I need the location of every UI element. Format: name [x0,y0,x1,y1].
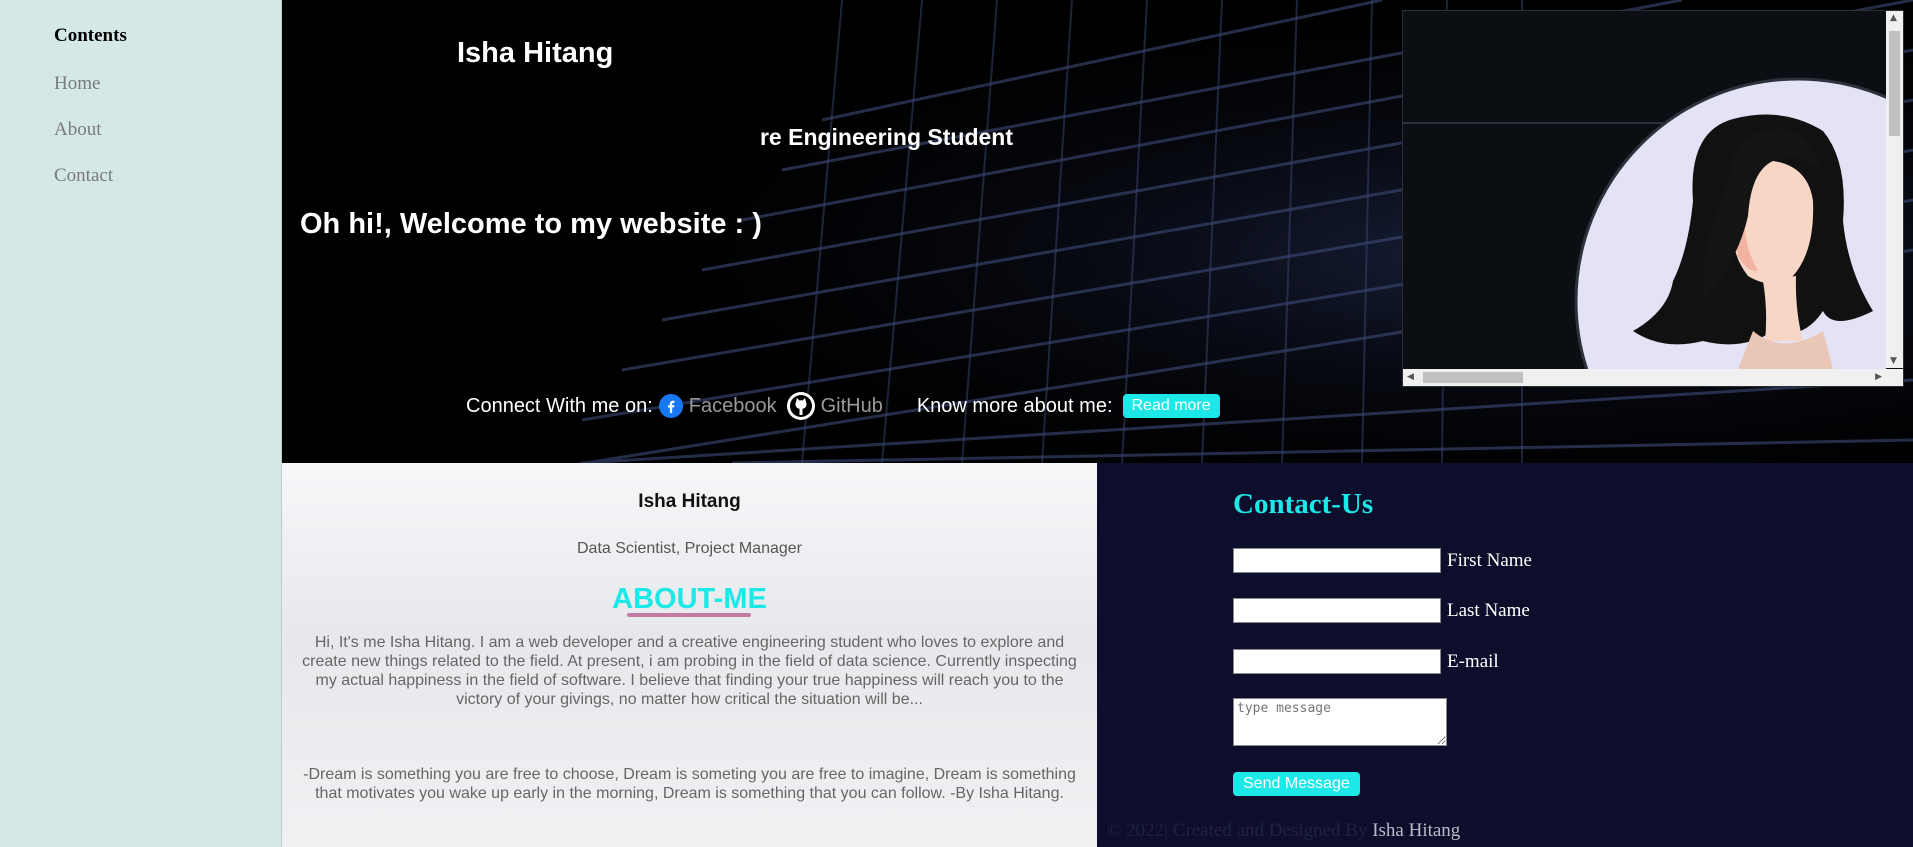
about-name: Isha Hitang [638,491,741,512]
horizontal-scrollbar[interactable]: ◀ ▶ [1403,369,1886,386]
email-row: E-mail [1233,649,1499,674]
github-label: GitHub [820,394,883,417]
scroll-left-icon[interactable]: ◀ [1407,372,1414,382]
first-name-input[interactable] [1233,548,1441,573]
read-more-button[interactable]: Read more [1122,394,1220,418]
vertical-scrollbar-thumb[interactable] [1889,31,1900,136]
email-input[interactable] [1233,649,1441,674]
profile-avatar-image [1403,11,1886,369]
about-text: Hi, It's me Isha Hitang. I am a web deve… [302,634,1077,708]
know-more-label: Know more about me: [916,394,1113,417]
last-name-row: Last Name [1233,598,1530,623]
scroll-right-icon[interactable]: ▶ [1875,372,1882,382]
hero-name: Isha Hitang [457,37,614,69]
last-name-input[interactable] [1233,598,1441,623]
sidebar-item-home[interactable]: Home [54,73,100,95]
message-textarea[interactable] [1233,698,1447,746]
footer-text: © 2022| Created and Designed By [1107,820,1368,841]
about-quote: -Dream is something you are free to choo… [303,766,1076,802]
last-name-label: Last Name [1447,599,1530,621]
about-role: Data Scientist, Project Manager [577,540,802,557]
profile-image-frame[interactable]: ▲ ▼ ◀ ▶ [1402,10,1904,387]
email-label: E-mail [1447,650,1499,672]
hero-role: re Engineering Student [759,124,1013,150]
contact-section: Contact-Us First Name Last Name E-mail S… [1097,463,1913,847]
github-icon [786,392,815,420]
facebook-icon [658,394,683,418]
first-name-row: First Name [1233,548,1532,573]
about-heading: ABOUT-ME [612,583,767,615]
connect-label: Connect With me on: [466,394,653,417]
scroll-down-icon[interactable]: ▼ [1890,356,1897,366]
sidebar-title: Contents [54,25,127,46]
send-message-button[interactable]: Send Message [1233,772,1360,796]
sidebar-item-contact[interactable]: Contact [54,165,113,187]
horizontal-scrollbar-thumb[interactable] [1423,372,1523,383]
github-link[interactable]: GitHub [786,392,883,420]
connect-row: Connect With me on: Facebook GitHub Know… [466,392,1220,420]
facebook-label: Facebook [688,394,777,417]
sidebar: Contents Home About Contact [0,0,281,847]
hero-role-container: re Engineering Student [613,124,1013,156]
first-name-label: First Name [1447,549,1532,571]
scroll-up-icon[interactable]: ▲ [1890,13,1897,23]
contact-heading: Contact-Us [1233,488,1374,520]
about-heading-underline [627,613,751,617]
scroll-corner [1886,369,1903,386]
sidebar-item-about[interactable]: About [54,119,102,141]
footer: © 2022| Created and Designed By Isha Hit… [1107,820,1460,842]
hero-welcome: Oh hi!, Welcome to my website : ) [300,208,762,240]
facebook-link[interactable]: Facebook [658,394,777,418]
vertical-scrollbar[interactable]: ▲ ▼ [1886,11,1903,368]
about-section: Isha Hitang Data Scientist, Project Mana… [282,463,1097,847]
footer-author: Isha Hitang [1372,820,1461,841]
